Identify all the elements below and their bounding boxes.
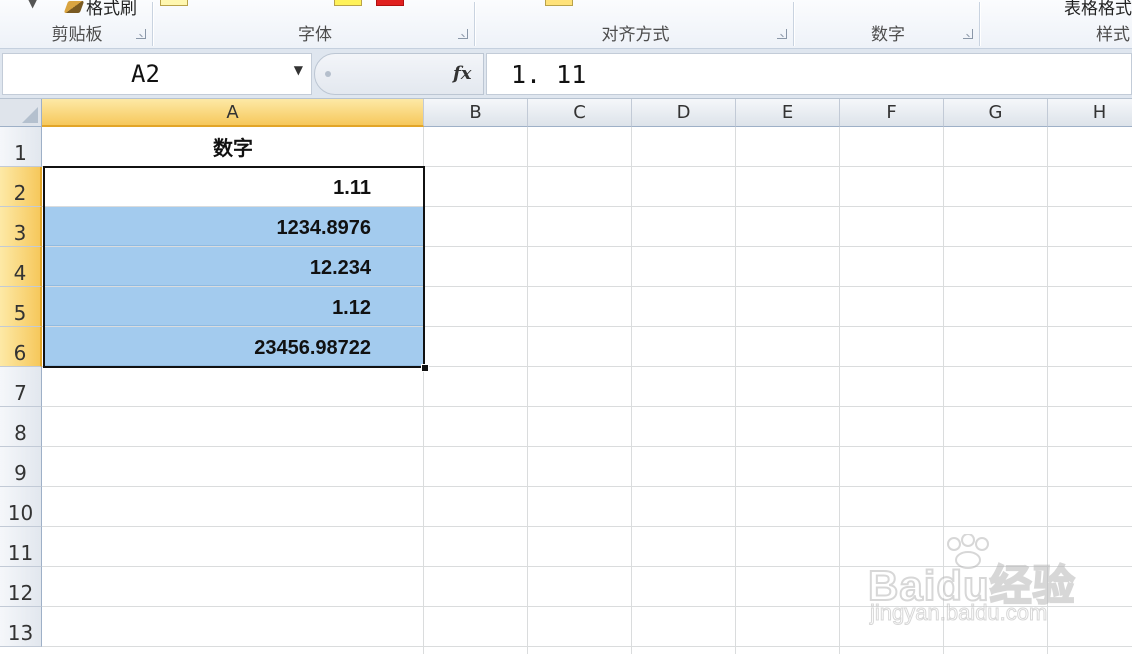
cell-a1[interactable]: 数字 [43, 127, 423, 166]
row-header-6[interactable]: 6 [0, 327, 42, 367]
row-header-2[interactable]: 2 [0, 167, 42, 207]
formula-input[interactable]: 1. 11 [486, 53, 1132, 95]
number-launcher-icon[interactable] [963, 29, 973, 39]
name-box-dropdown-icon[interactable]: ▼ [294, 63, 303, 77]
row-header-3[interactable]: 3 [0, 207, 42, 247]
insert-function-icon[interactable]: fx [453, 63, 471, 84]
row-header-11[interactable]: 11 [0, 527, 42, 567]
column-header-c[interactable]: C [528, 99, 632, 127]
group-label-styles: 样式 [1096, 25, 1130, 45]
group-label-number: 数字 [871, 25, 905, 45]
row-header-1[interactable]: 1 [0, 127, 42, 167]
ribbon: ▼ 格式刷 表格格式 剪贴板 字体 对齐方式 数字 样式 [0, 0, 1132, 49]
cell-a4[interactable]: 12.234 [43, 247, 423, 286]
clipboard-launcher-icon[interactable] [136, 29, 146, 39]
group-font: 字体 [154, 0, 476, 48]
group-number: 数字 [795, 0, 981, 48]
group-alignment: 对齐方式 [476, 0, 795, 48]
fill-handle[interactable] [421, 364, 429, 372]
cell-a5[interactable]: 1.12 [43, 287, 423, 326]
name-box[interactable]: A2 ▼ [2, 53, 312, 95]
cell-a2[interactable]: 1.11 [43, 167, 423, 206]
row-header-12[interactable]: 12 [0, 567, 42, 607]
alignment-launcher-icon[interactable] [777, 29, 787, 39]
column-header-d[interactable]: D [632, 99, 736, 127]
name-box-value: A2 [131, 60, 160, 88]
group-label-clipboard: 剪贴板 [51, 25, 103, 45]
row-header-4[interactable]: 4 [0, 247, 42, 287]
formula-tools: fx [314, 53, 484, 95]
column-header-a[interactable]: A [42, 99, 424, 127]
row-header-5[interactable]: 5 [0, 287, 42, 327]
group-label-alignment: 对齐方式 [601, 25, 670, 45]
row-header-10[interactable]: 10 [0, 487, 42, 527]
select-all-icon [22, 107, 38, 123]
row-header-8[interactable]: 8 [0, 407, 42, 447]
cell-a6[interactable]: 23456.98722 [43, 327, 423, 366]
group-clipboard: 剪贴板 [0, 0, 154, 48]
group-styles: 样式 [981, 0, 1132, 48]
column-header-g[interactable]: G [944, 99, 1048, 127]
formula-value: 1. 11 [511, 60, 587, 89]
row-header-9[interactable]: 9 [0, 447, 42, 487]
worksheet-grid: A B C D E F G H 1 2 3 4 5 6 7 8 9 10 11 … [0, 99, 1132, 654]
column-header-e[interactable]: E [736, 99, 840, 127]
cell-a3[interactable]: 1234.8976 [43, 207, 423, 246]
column-header-h[interactable]: H [1048, 99, 1132, 127]
group-label-font: 字体 [298, 25, 332, 45]
font-launcher-icon[interactable] [458, 29, 468, 39]
column-header-b[interactable]: B [424, 99, 528, 127]
row-header-13[interactable]: 13 [0, 607, 42, 647]
resize-grip-icon[interactable] [325, 71, 331, 77]
column-header-f[interactable]: F [840, 99, 944, 127]
row-header-7[interactable]: 7 [0, 367, 42, 407]
select-all-button[interactable] [0, 99, 42, 127]
formula-bar: A2 ▼ fx 1. 11 [0, 49, 1132, 99]
